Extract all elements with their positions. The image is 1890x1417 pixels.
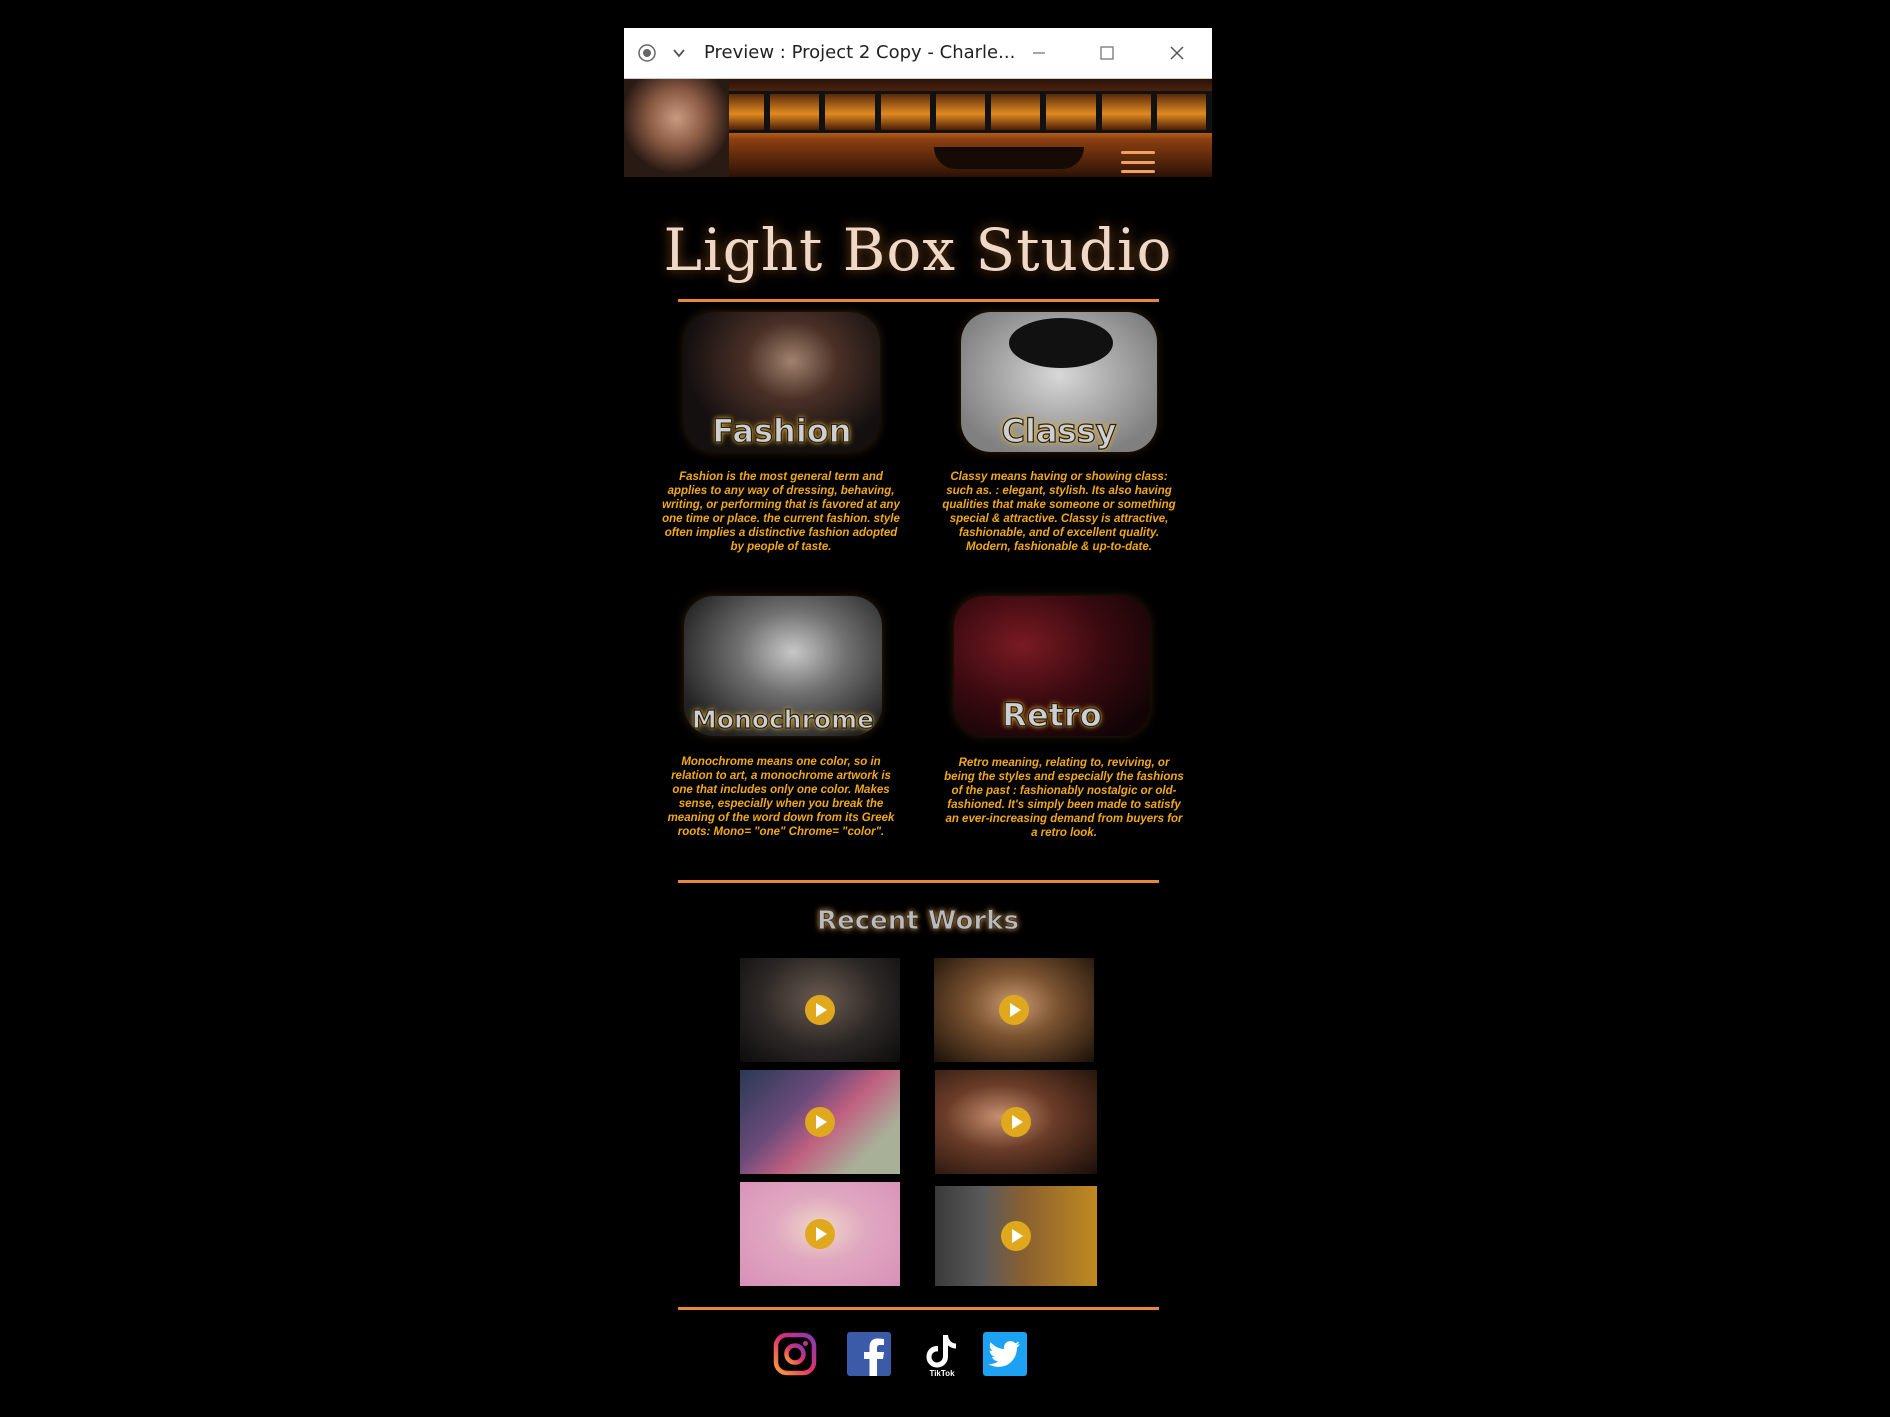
recent-works-heading: Recent Works — [817, 906, 1020, 937]
video-thumbnail[interactable] — [934, 958, 1094, 1062]
boat-silhouette-image — [934, 147, 1084, 169]
category-description: Retro meaning, relating to, reviving, or… — [944, 757, 1184, 839]
instagram-icon[interactable] — [772, 1331, 818, 1377]
record-icon[interactable] — [636, 42, 658, 64]
category-description: Classy means having or showing class: su… — [942, 471, 1176, 553]
video-thumbnail[interactable] — [935, 1186, 1097, 1286]
site-title: Light Box Studio — [663, 216, 1173, 284]
divider — [678, 1307, 1159, 1310]
play-icon[interactable] — [1001, 1221, 1031, 1251]
maximize-button[interactable] — [1092, 38, 1122, 68]
chevron-down-icon[interactable] — [668, 42, 690, 64]
retro-image[interactable]: Retro — [954, 596, 1150, 736]
hamburger-menu-icon[interactable] — [1121, 151, 1155, 173]
category-card-fashion[interactable]: Fashion — [684, 312, 884, 452]
video-thumbnail[interactable] — [740, 1182, 900, 1286]
category-card-classy[interactable]: Classy — [961, 312, 1161, 452]
play-icon[interactable] — [805, 1219, 835, 1249]
header-banner — [624, 79, 1212, 177]
close-button[interactable] — [1162, 38, 1192, 68]
video-thumbnail[interactable] — [740, 1070, 900, 1174]
tiktok-icon[interactable]: TikTok — [919, 1331, 965, 1378]
fashion-image[interactable]: Fashion — [684, 312, 880, 452]
category-card-retro[interactable]: Retro — [954, 596, 1154, 736]
divider — [678, 880, 1159, 883]
photographer-image — [624, 79, 729, 177]
play-icon[interactable] — [805, 995, 835, 1025]
video-thumbnail[interactable] — [740, 958, 900, 1062]
category-description: Monochrome means one color, so in relati… — [667, 756, 895, 838]
category-card-monochrome[interactable]: Monochrome — [684, 596, 884, 736]
facebook-icon[interactable] — [846, 1331, 892, 1377]
monochrome-image[interactable]: Monochrome — [684, 596, 882, 736]
preview-window: Preview : Project 2 Copy - Charle... Lig… — [624, 28, 1212, 1408]
window-title: Preview : Project 2 Copy - Charle... — [704, 42, 1016, 63]
category-label: Monochrome — [691, 704, 875, 734]
category-description: Fashion is the most general term and app… — [662, 471, 900, 553]
minimize-button[interactable] — [1024, 38, 1054, 68]
classy-image[interactable]: Classy — [961, 312, 1157, 452]
filmstrip-image — [709, 91, 1212, 133]
tiktok-label: TikTok — [929, 1369, 955, 1378]
divider — [678, 299, 1159, 302]
play-icon[interactable] — [1001, 1107, 1031, 1137]
play-icon[interactable] — [805, 1107, 835, 1137]
category-label: Retro — [1002, 695, 1103, 734]
category-label: Classy — [1001, 411, 1117, 450]
window-titlebar: Preview : Project 2 Copy - Charle... — [624, 28, 1212, 79]
play-icon[interactable] — [999, 995, 1029, 1025]
twitter-icon[interactable] — [982, 1331, 1028, 1377]
category-label: Fashion — [712, 411, 852, 450]
video-thumbnail[interactable] — [935, 1070, 1097, 1174]
